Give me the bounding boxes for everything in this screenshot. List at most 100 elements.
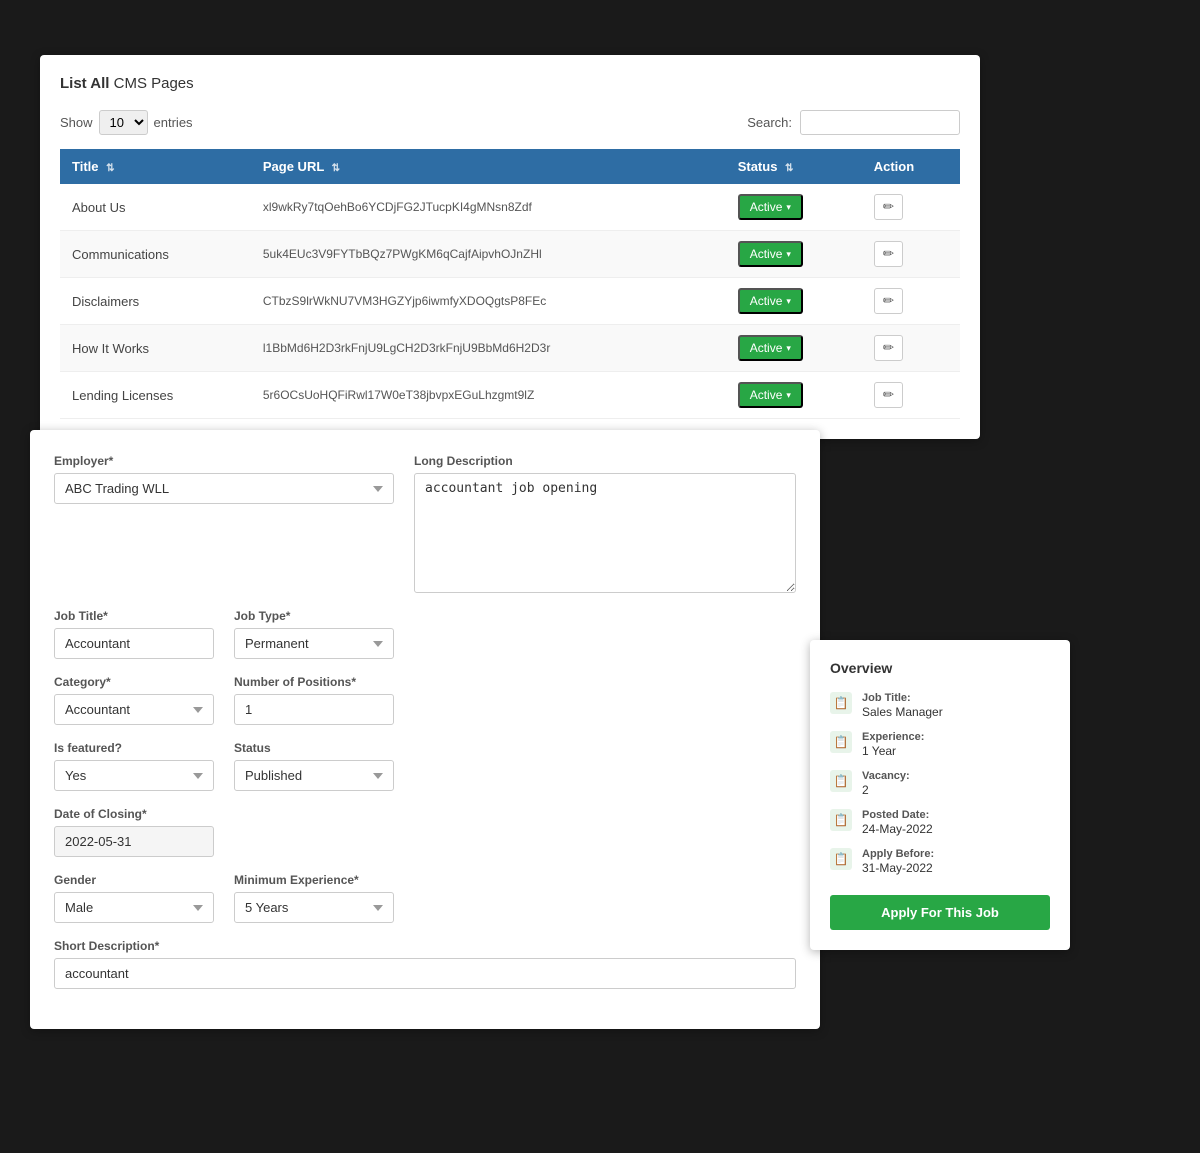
date-input[interactable]: [54, 826, 214, 857]
overview-item-content: Apply Before: 31-May-2022: [862, 848, 934, 875]
col-url[interactable]: Page URL ⇅: [251, 149, 726, 184]
overview-item-label: Posted Date:: [862, 809, 933, 821]
chevron-down-icon: ▾: [786, 296, 791, 307]
overview-item-icon: 📋: [830, 848, 852, 870]
positions-group: Number of Positions*: [234, 675, 394, 725]
chevron-down-icon: ▾: [786, 202, 791, 213]
status-badge[interactable]: Active ▾: [738, 241, 803, 267]
edit-button[interactable]: ✏: [874, 335, 903, 361]
overview-item: 📋 Apply Before: 31-May-2022: [830, 848, 1050, 875]
cell-url: 5r6OCsUoHQFiRwl17W0eT38jbvpxEGuLhzgmt9lZ: [251, 372, 726, 419]
gender-group: Gender Male Female Any: [54, 873, 214, 923]
table-row: Communications 5uk4EUc3V9FYTbBQz7PWgKM6q…: [60, 231, 960, 278]
cell-url: 5uk4EUc3V9FYTbBQz7PWgKM6qCajfAipvhOJnZHl: [251, 231, 726, 278]
overview-item-label: Experience:: [862, 731, 924, 743]
edit-button[interactable]: ✏: [874, 194, 903, 220]
overview-title: Overview: [830, 660, 1050, 676]
entries-label: entries: [154, 115, 193, 130]
short-desc-group: Short Description*: [54, 939, 796, 989]
status-badge[interactable]: Active ▾: [738, 382, 803, 408]
cell-status: Active ▾: [726, 325, 862, 372]
col-title[interactable]: Title ⇅: [60, 149, 251, 184]
apply-btn[interactable]: Apply For This Job: [830, 895, 1050, 930]
overview-item-value: 31-May-2022: [862, 861, 934, 875]
overview-item: 📋 Vacancy: 2: [830, 770, 1050, 797]
cell-action: ✏: [862, 231, 960, 278]
cell-status: Active ▾: [726, 278, 862, 325]
edit-button[interactable]: ✏: [874, 241, 903, 267]
job-type-select[interactable]: Permanent: [234, 628, 394, 659]
gender-select[interactable]: Male Female Any: [54, 892, 214, 923]
overview-item: 📋 Job Title: Sales Manager: [830, 692, 1050, 719]
employer-select[interactable]: ABC Trading WLL: [54, 473, 394, 504]
job-title-input[interactable]: [54, 628, 214, 659]
entries-select[interactable]: 10 25 50: [99, 110, 148, 135]
overview-item-label: Vacancy:: [862, 770, 910, 782]
status-badge[interactable]: Active ▾: [738, 194, 803, 220]
search-input[interactable]: [800, 110, 960, 135]
table-row: About Us xl9wkRy7tqOehBo6YCDjFG2JTucpKI4…: [60, 184, 960, 231]
cell-title: Disclaimers: [60, 278, 251, 325]
table-row: How It Works l1BbMd6H2D3rkFnjU9LgCH2D3rk…: [60, 325, 960, 372]
positions-input[interactable]: [234, 694, 394, 725]
employer-label: Employer*: [54, 454, 394, 468]
status-badge[interactable]: Active ▾: [738, 335, 803, 361]
employer-group: Employer* ABC Trading WLL: [54, 454, 394, 593]
featured-group: Is featured? Yes No: [54, 741, 214, 791]
cell-url: CTbzS9lrWkNU7VM3HGZYjp6iwmfyXDOQgtsP8FEc: [251, 278, 726, 325]
sort-status-icon: ⇅: [785, 163, 793, 174]
long-desc-group: Long Description accountant job opening: [414, 454, 796, 593]
overview-item-icon: 📋: [830, 809, 852, 831]
edit-button[interactable]: ✏: [874, 288, 903, 314]
job-form-panel: Employer* ABC Trading WLL Long Descripti…: [30, 430, 820, 1029]
cell-action: ✏: [862, 325, 960, 372]
cms-panel-title: List All CMS Pages: [60, 75, 960, 92]
overview-item-value: 2: [862, 783, 910, 797]
overview-item-icon: 📋: [830, 770, 852, 792]
job-title-label: Job Title*: [54, 609, 214, 623]
cell-url: l1BbMd6H2D3rkFnjU9LgCH2D3rkFnjU9BbMd6H2D…: [251, 325, 726, 372]
search-label: Search:: [747, 115, 792, 130]
overview-item-content: Job Title: Sales Manager: [862, 692, 943, 719]
chevron-down-icon: ▾: [786, 390, 791, 401]
cell-title: About Us: [60, 184, 251, 231]
show-label: Show: [60, 115, 93, 130]
edit-button[interactable]: ✏: [874, 382, 903, 408]
overview-item-value: Sales Manager: [862, 705, 943, 719]
job-title-group: Job Title*: [54, 609, 214, 659]
featured-select[interactable]: Yes No: [54, 760, 214, 791]
chevron-down-icon: ▾: [786, 343, 791, 354]
overview-item-label: Job Title:: [862, 692, 943, 704]
status-select[interactable]: Published Draft: [234, 760, 394, 791]
table-header-row: Title ⇅ Page URL ⇅ Status ⇅ Action: [60, 149, 960, 184]
long-desc-textarea[interactable]: accountant job opening: [414, 473, 796, 593]
category-group: Category* Accountant: [54, 675, 214, 725]
overview-item-value: 1 Year: [862, 744, 924, 758]
overview-item: 📋 Posted Date: 24-May-2022: [830, 809, 1050, 836]
col-status[interactable]: Status ⇅: [726, 149, 862, 184]
form-row-jobtitle-jobtype: Job Title* Job Type* Permanent: [54, 609, 796, 659]
cell-status: Active ▾: [726, 372, 862, 419]
date-group: Date of Closing*: [54, 807, 214, 857]
table-row: Disclaimers CTbzS9lrWkNU7VM3HGZYjp6iwmfy…: [60, 278, 960, 325]
cell-status: Active ▾: [726, 184, 862, 231]
category-select[interactable]: Accountant: [54, 694, 214, 725]
cell-action: ✏: [862, 372, 960, 419]
cms-controls: Show 10 25 50 entries Search:: [60, 110, 960, 135]
form-row-date: Date of Closing*: [54, 807, 796, 857]
job-type-group: Job Type* Permanent: [234, 609, 394, 659]
long-desc-label: Long Description: [414, 454, 796, 468]
form-row-gender-minexp: Gender Male Female Any Minimum Experienc…: [54, 873, 796, 923]
cell-action: ✏: [862, 184, 960, 231]
gender-label: Gender: [54, 873, 214, 887]
overview-item: 📋 Experience: 1 Year: [830, 731, 1050, 758]
status-badge[interactable]: Active ▾: [738, 288, 803, 314]
show-entries-control: Show 10 25 50 entries: [60, 110, 193, 135]
overview-item-label: Apply Before:: [862, 848, 934, 860]
status-group: Status Published Draft: [234, 741, 394, 791]
cms-pages-panel: List All CMS Pages Show 10 25 50 entries…: [40, 55, 980, 439]
short-desc-input[interactable]: [54, 958, 796, 989]
min-exp-select[interactable]: 5 Years 1 Year 2 Years 3 Years: [234, 892, 394, 923]
overview-item-icon: 📋: [830, 692, 852, 714]
form-row-shortdesc: Short Description*: [54, 939, 796, 989]
